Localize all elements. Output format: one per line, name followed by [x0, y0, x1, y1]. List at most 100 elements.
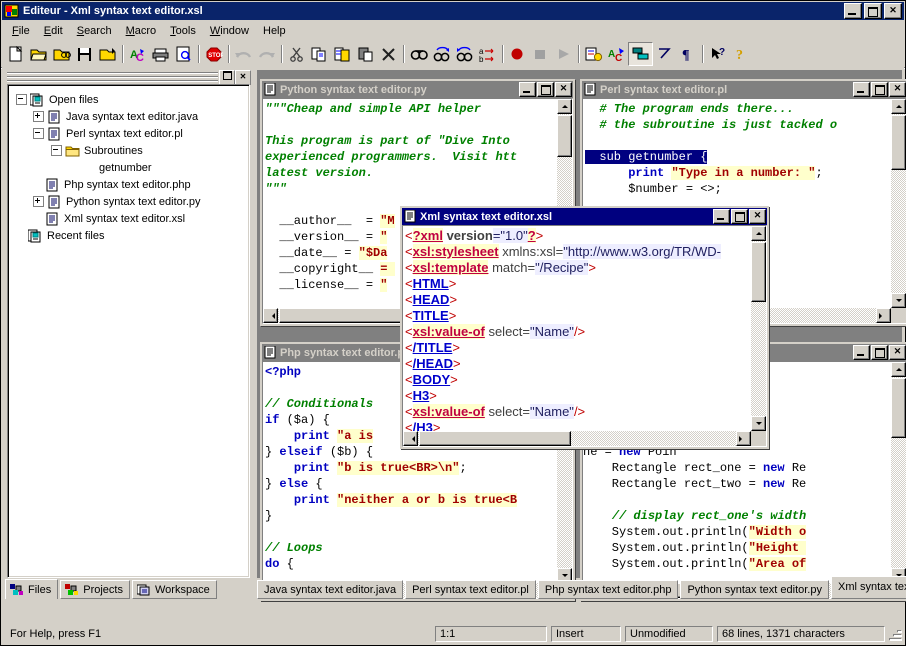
doctab-perl[interactable]: Perl syntax text editor.pl — [405, 580, 536, 599]
open-folder-icon[interactable] — [27, 43, 50, 65]
doctab-java[interactable]: Java syntax text editor.java — [257, 580, 403, 599]
workspace-toggle-icon[interactable] — [628, 42, 653, 66]
menu-macro[interactable]: Macro — [119, 23, 164, 39]
cut-icon[interactable] — [285, 43, 308, 65]
find-icon[interactable] — [407, 43, 430, 65]
save-icon[interactable] — [73, 43, 96, 65]
paste-special-icon[interactable] — [354, 43, 377, 65]
minimize-button[interactable] — [519, 82, 536, 97]
tab-files[interactable]: Files — [5, 579, 58, 599]
doctab-python[interactable]: Python syntax text editor.py — [680, 580, 829, 599]
close-button[interactable]: ✕ — [884, 3, 902, 19]
replace-icon[interactable]: ab — [476, 43, 499, 65]
tree-item-python-file[interactable]: Python syntax text editor.py — [12, 193, 245, 210]
collapse-icon[interactable] — [16, 94, 27, 105]
copy-icon[interactable] — [308, 43, 331, 65]
expand-icon[interactable] — [33, 111, 44, 122]
scroll-left-arrow[interactable] — [403, 431, 418, 446]
paragraph-marks-icon[interactable]: ¶ — [676, 43, 699, 65]
menu-file[interactable]: FFileile — [5, 23, 37, 39]
menu-search[interactable]: Search — [70, 23, 119, 39]
scroll-right-arrow[interactable] — [876, 308, 891, 323]
stop-icon[interactable]: STOP — [202, 43, 225, 65]
scroll-thumb[interactable] — [419, 431, 571, 446]
panel-grip[interactable]: ✕ — [5, 70, 252, 82]
menu-help[interactable]: Help — [256, 23, 293, 39]
editor-body[interactable]: <?xml version="1.0"?> <xsl:stylesheet xm… — [402, 225, 767, 447]
tree-item-getnumber[interactable]: getnumber — [12, 159, 245, 176]
scroll-thumb[interactable] — [557, 115, 572, 157]
doctab-php[interactable]: Php syntax text editor.php — [538, 580, 679, 599]
redo-icon[interactable] — [255, 43, 278, 65]
resize-grip[interactable] — [887, 626, 903, 642]
tree-item-xml-file[interactable]: Xml syntax text editor.xsl — [12, 210, 245, 227]
close-button[interactable]: ✕ — [749, 209, 766, 224]
stop-macro-icon[interactable] — [529, 43, 552, 65]
about-icon[interactable]: ? — [729, 43, 752, 65]
file-tree[interactable]: Open files Java syntax text editor.java — [7, 84, 250, 578]
maximize-button[interactable] — [537, 82, 554, 97]
undo-icon[interactable] — [232, 43, 255, 65]
window-title-bar[interactable]: Python syntax text editor.py ✕ — [262, 81, 573, 98]
window-title-bar[interactable]: Perl syntax text editor.pl ✕ — [582, 81, 906, 98]
tree-item-open-files[interactable]: Open files — [12, 91, 245, 108]
minimize-button[interactable] — [844, 3, 862, 19]
tree-item-java-file[interactable]: Java syntax text editor.java — [12, 108, 245, 125]
scroll-thumb[interactable] — [751, 242, 766, 302]
maximize-button[interactable] — [871, 82, 888, 97]
save-all-icon[interactable] — [96, 43, 119, 65]
delete-icon[interactable] — [377, 43, 400, 65]
doctab-xml[interactable]: Xml syntax text editor.xsl — [831, 576, 906, 599]
scroll-thumb[interactable] — [891, 115, 906, 170]
editor-window-xml[interactable]: Xml syntax text editor.xsl ✕ <?xml versi… — [400, 206, 769, 449]
collapse-icon[interactable] — [51, 145, 62, 156]
collapse-icon[interactable] — [33, 128, 44, 139]
tree-item-subroutines[interactable]: Subroutines — [12, 142, 245, 159]
scroll-up-arrow[interactable] — [557, 99, 572, 114]
close-button[interactable]: ✕ — [889, 345, 906, 360]
menu-edit[interactable]: Edit — [37, 23, 70, 39]
scroll-up-arrow[interactable] — [891, 99, 906, 114]
print-icon[interactable] — [149, 43, 172, 65]
tree-item-recent-files[interactable]: Recent files — [12, 227, 245, 244]
close-button[interactable]: ✕ — [555, 82, 572, 97]
scroll-up-arrow[interactable] — [891, 362, 906, 377]
record-macro-icon[interactable] — [506, 43, 529, 65]
play-macro-icon[interactable] — [552, 43, 575, 65]
context-help-icon[interactable]: ? — [706, 43, 729, 65]
new-file-icon[interactable] — [4, 43, 27, 65]
scroll-down-arrow[interactable] — [751, 416, 766, 431]
paste-icon[interactable] — [331, 43, 354, 65]
menu-tools[interactable]: Tools — [163, 23, 203, 39]
tree-item-perl-file[interactable]: Perl syntax text editor.pl — [12, 125, 245, 142]
find-next-icon[interactable] — [430, 43, 453, 65]
close-button[interactable]: ✕ — [889, 82, 906, 97]
expand-icon[interactable] — [33, 196, 44, 207]
find-previous-icon[interactable] — [453, 43, 476, 65]
tab-projects[interactable]: Projects — [60, 580, 130, 599]
panel-close-icon[interactable]: ✕ — [235, 70, 251, 85]
panel-float-button[interactable] — [219, 70, 235, 85]
spelling-options-icon[interactable]: AC — [605, 43, 628, 65]
scroll-right-arrow[interactable] — [736, 431, 751, 446]
minimize-button[interactable] — [713, 209, 730, 224]
vertical-scrollbar[interactable] — [891, 99, 906, 308]
scroll-up-arrow[interactable] — [751, 226, 766, 241]
tree-item-php-file[interactable]: Php syntax text editor.php — [12, 176, 245, 193]
vertical-scrollbar[interactable] — [751, 226, 766, 431]
horizontal-scrollbar[interactable] — [403, 431, 751, 446]
scroll-thumb[interactable] — [891, 378, 906, 438]
maximize-button[interactable] — [864, 3, 882, 19]
open-workspace-icon[interactable] — [50, 43, 73, 65]
code-area-xml[interactable]: <?xml version="1.0"?> <xsl:stylesheet xm… — [403, 226, 751, 431]
vertical-scrollbar[interactable] — [891, 362, 906, 583]
print-preview-icon[interactable] — [172, 43, 195, 65]
minimize-button[interactable] — [853, 82, 870, 97]
tab-workspace[interactable]: Workspace — [132, 580, 217, 599]
indent-guides-icon[interactable] — [653, 43, 676, 65]
syntax-settings-icon[interactable] — [582, 43, 605, 65]
menu-window[interactable]: Window — [203, 23, 256, 39]
maximize-button[interactable] — [731, 209, 748, 224]
minimize-button[interactable] — [853, 345, 870, 360]
spellcheck-icon[interactable]: AC — [126, 43, 149, 65]
